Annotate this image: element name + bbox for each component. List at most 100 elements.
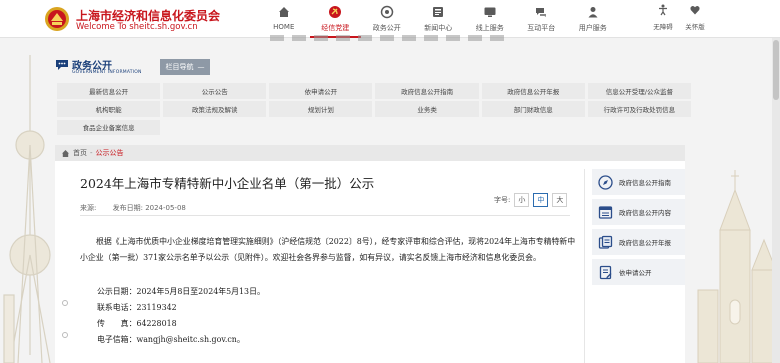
nav-home[interactable]: HOME	[258, 0, 310, 38]
period-line: 公示日期：2024年5月8日至2024年5月13日。	[97, 286, 265, 297]
gov-info-subtitle: GOVERNMENT INFORMATION	[72, 70, 142, 75]
accessibility-tools: 无障碍 关怀版	[650, 4, 708, 31]
category-link[interactable]: 机构职能	[57, 101, 161, 117]
fax-value: 64228018	[136, 319, 177, 328]
font-size-label: 字号:	[494, 196, 511, 204]
font-size-medium-button[interactable]: 中	[533, 193, 549, 207]
nav-party-building[interactable]: 经信党建	[309, 0, 361, 38]
chat-bubble-icon	[56, 60, 68, 70]
side-print-icon[interactable]	[62, 332, 68, 338]
main-nav: HOME 经信党建 政务公开 新闻中心 线上服务 互动平台 用户服务	[258, 0, 619, 38]
category-link[interactable]: 政府信息公开年报	[481, 83, 585, 99]
cathedral-illustration	[697, 170, 777, 363]
quick-link-annual-report[interactable]: 政府信息公开年报	[592, 229, 685, 255]
article-title: 2024年上海市专精特新中小企业名单（第一批）公示	[80, 176, 375, 191]
breadcrumb-current-link[interactable]: 公示公告	[96, 148, 124, 158]
home-icon	[278, 7, 289, 17]
nav-label: 用户服务	[578, 24, 607, 32]
accessibility-button[interactable]: 无障碍	[650, 4, 676, 31]
email-line: 电子信箱：wangjh@sheitc.sh.gov.cn。	[97, 334, 245, 345]
nav-user-service[interactable]: 用户服务	[567, 0, 619, 38]
email-value[interactable]: wangjh@sheitc.sh.gov.cn。	[136, 335, 244, 344]
category-link[interactable]: 行政许可及行政处罚信息	[587, 101, 691, 117]
care-version-icon	[690, 5, 700, 15]
category-link[interactable]: 信息公开受理/公众监督	[587, 83, 691, 99]
accessibility-label: 无障碍	[653, 23, 673, 31]
scrollbar-thumb[interactable]	[773, 40, 779, 100]
quick-link-guide[interactable]: 政府信息公开指南	[592, 169, 685, 195]
care-version-button[interactable]: 关怀版	[682, 4, 708, 31]
article-meta: 来源: 发布日期: 2024-05-08	[80, 203, 186, 213]
nav-label: 互动平台	[527, 24, 556, 32]
category-link[interactable]: 最新信息公开	[57, 83, 161, 99]
quick-link-application[interactable]: 依申请公开	[592, 259, 685, 285]
application-form-icon	[599, 265, 612, 279]
category-link[interactable]: 部门财政信息	[481, 101, 585, 117]
source-label: 来源:	[80, 204, 97, 212]
publish-date: 2024-05-08	[145, 204, 186, 212]
phone-value: 23119342	[136, 303, 177, 312]
nav-label: 新闻中心	[424, 24, 453, 32]
fax-label: 传 真：	[97, 319, 137, 328]
side-share-icon[interactable]	[62, 300, 68, 306]
quick-link-label: 政府信息公开年报	[619, 239, 671, 247]
quick-links: 政府信息公开指南 政府信息公开内容 政府信息公开年报 依申请公开	[592, 169, 685, 289]
gov-info-heading: 政务公开 GOVERNMENT INFORMATION	[55, 57, 155, 79]
collapse-dash-icon: —	[197, 63, 205, 71]
nav-label: 线上服务	[475, 24, 504, 32]
nav-news[interactable]: 新闻中心	[413, 0, 465, 38]
category-link[interactable]: 依申请公开	[269, 83, 373, 99]
news-icon	[433, 7, 444, 17]
period-value: 2024年5月8日至2024年5月13日。	[136, 287, 265, 296]
breadcrumb-home-link[interactable]: 首页	[73, 148, 87, 158]
nav-label: HOME	[273, 23, 295, 31]
nav-gov-affairs[interactable]: 政务公开	[361, 0, 413, 38]
phone-line: 联系电话：23119342	[97, 302, 177, 313]
gov-affairs-icon	[380, 5, 393, 19]
font-size-control: 字号: 小 中 大	[494, 193, 568, 207]
font-size-small-button[interactable]: 小	[514, 193, 530, 207]
accessibility-icon	[659, 4, 667, 16]
annual-report-icon	[598, 235, 613, 249]
compass-icon	[598, 174, 613, 190]
site-name-en: Welcome To sheitc.sh.gov.cn	[76, 22, 198, 32]
interaction-icon	[536, 8, 547, 17]
oriental-pearl-tower-illustration	[3, 55, 51, 363]
fax-line: 传 真：64228018	[97, 318, 177, 329]
title-divider	[80, 215, 570, 216]
page-scrollbar[interactable]	[772, 38, 780, 363]
site-header: 上海市经济和信息化委员会 Welcome To sheitc.sh.gov.cn…	[0, 0, 780, 38]
breadcrumb-separator: -	[90, 149, 93, 157]
nav-label: 经信党建	[321, 24, 350, 32]
column-divider	[584, 169, 585, 363]
quick-link-label: 依申请公开	[619, 269, 652, 277]
category-link[interactable]: 规划计划	[269, 101, 373, 117]
category-link[interactable]: 食品企业备案信息	[57, 119, 161, 136]
shanghai-emblem-logo-icon[interactable]	[44, 6, 70, 32]
category-link[interactable]: 业务类	[375, 101, 479, 117]
publish-date-label: 发布日期:	[112, 204, 143, 212]
list-window-icon	[598, 205, 613, 219]
email-label: 电子信箱：	[97, 335, 137, 344]
party-emblem-icon	[329, 6, 342, 18]
breadcrumb: 首页 - 公示公告	[55, 145, 685, 161]
category-link[interactable]: 政府信息公开指南	[375, 83, 479, 99]
article-body: 根据《上海市优质中小企业梯度培育管理实施细则》（沪经信规范〔2022〕8号），经…	[80, 237, 576, 262]
online-service-icon	[484, 7, 496, 17]
nav-interaction[interactable]: 互动平台	[516, 0, 568, 38]
article-panel: 2024年上海市专精特新中小企业名单（第一批）公示 来源: 发布日期: 2024…	[55, 161, 685, 363]
care-version-label: 关怀版	[685, 23, 705, 31]
quick-link-content[interactable]: 政府信息公开内容	[592, 199, 685, 225]
font-size-large-button[interactable]: 大	[552, 193, 568, 207]
home-icon	[62, 149, 69, 157]
gov-category-grid: 最新信息公开 公示公告 依申请公开 政府信息公开指南 政府信息公开年报 信息公开…	[57, 83, 691, 136]
nav-label: 政务公开	[372, 24, 401, 32]
category-link[interactable]: 公示公告	[163, 83, 267, 99]
category-link[interactable]: 政策法规及解读	[163, 101, 267, 117]
user-service-icon	[588, 7, 598, 18]
quick-link-label: 政府信息公开内容	[619, 209, 671, 217]
nav-online-service[interactable]: 线上服务	[464, 0, 516, 38]
column-nav-toggle-button[interactable]: 栏目导航 —	[160, 59, 210, 75]
overflow-text-strip	[270, 35, 510, 41]
quick-link-label: 政府信息公开指南	[619, 179, 671, 187]
